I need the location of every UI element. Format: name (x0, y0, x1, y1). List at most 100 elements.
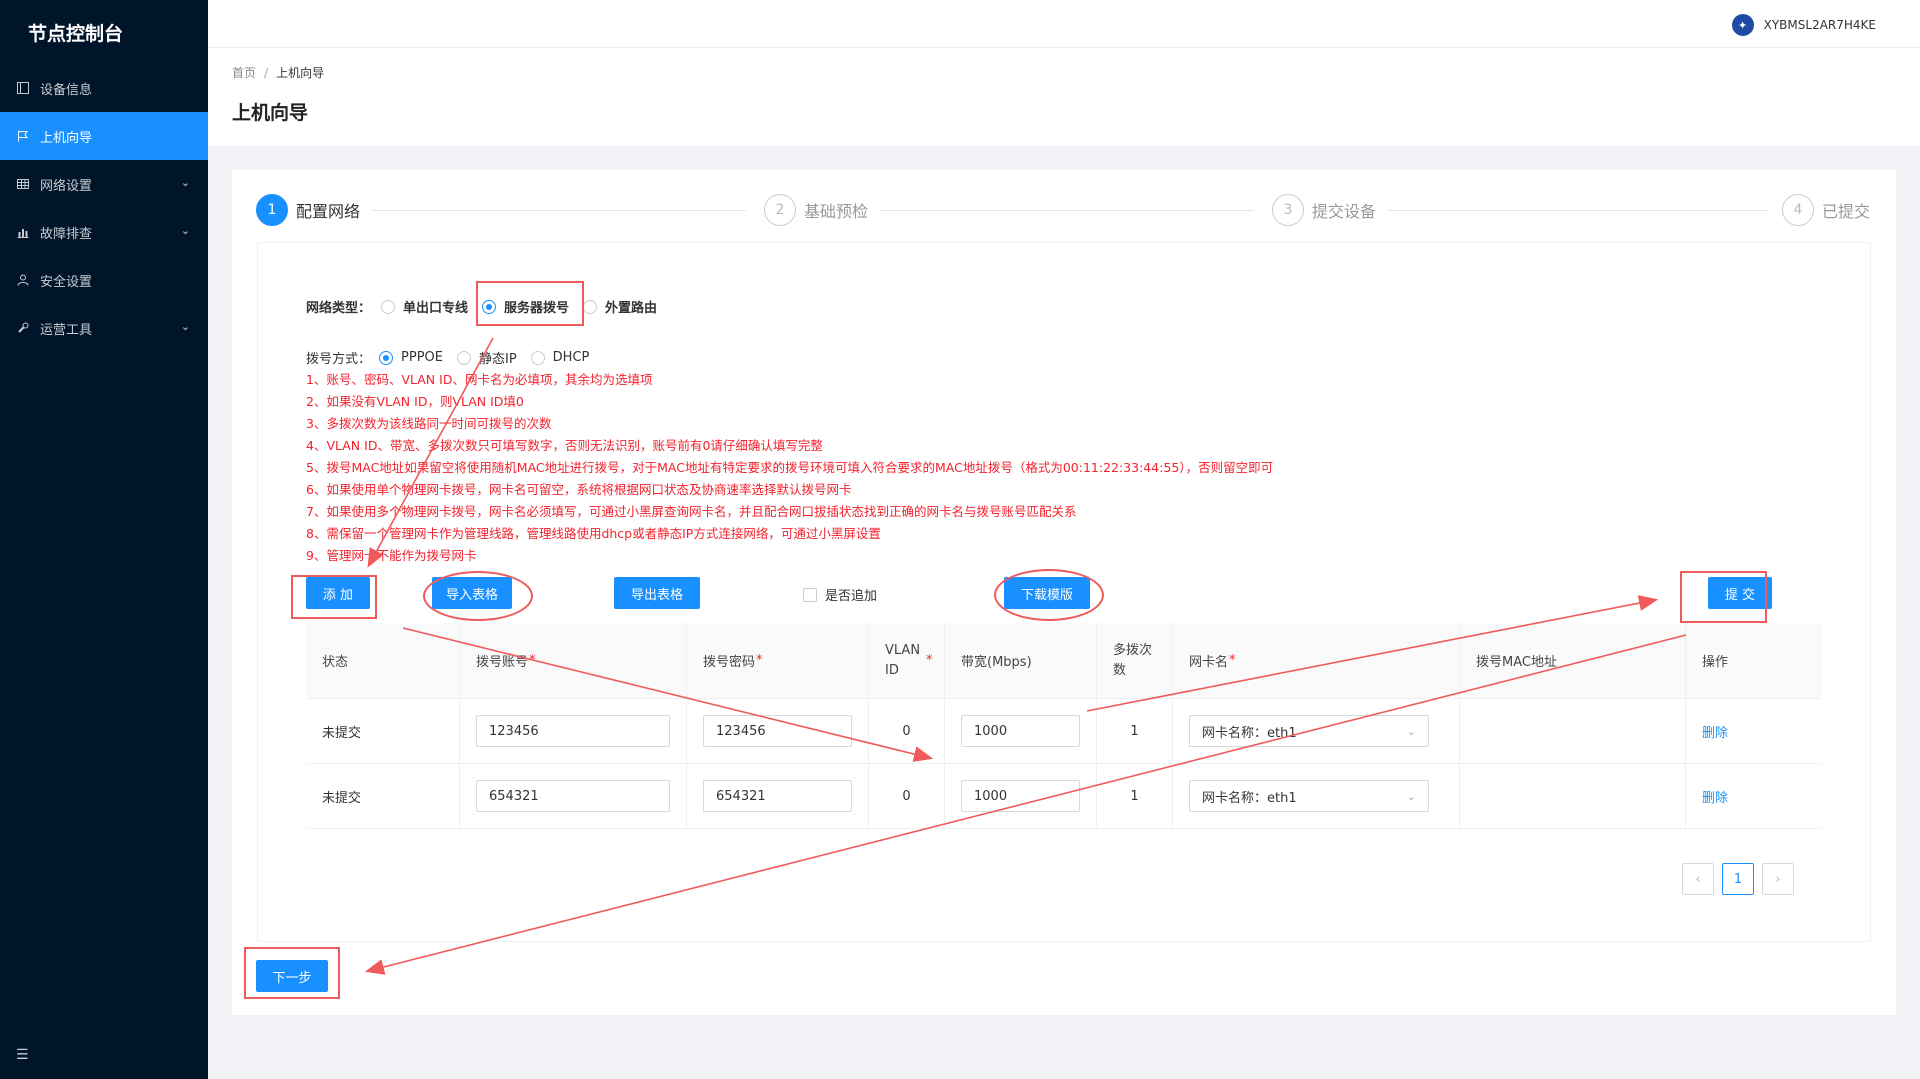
required-mark: * (1229, 653, 1236, 668)
export-table-button[interactable]: 导出表格 (614, 577, 700, 609)
bandwidth-input[interactable]: 1000 (961, 715, 1080, 747)
header-text: 拨号账号 (476, 655, 529, 670)
step-connector (1388, 210, 1768, 211)
account-input[interactable]: 123456 (476, 715, 670, 747)
sidebar-item-ops-tools[interactable]: 运营工具 ⌄ (0, 304, 208, 352)
col-nic: 网卡名 * (1173, 623, 1460, 698)
cell-vlan[interactable]: 0 (869, 764, 945, 828)
step-number: 4 (1782, 194, 1814, 226)
page-header: 首页 / 上机向导 上机向导 (208, 48, 1920, 146)
chevron-down-icon: ⌄ (180, 224, 190, 237)
col-vlan: VLAN ID * (869, 623, 945, 698)
cell-mac[interactable] (1460, 764, 1686, 828)
app-title: 节点控制台 (28, 22, 124, 45)
required-mark: * (926, 652, 933, 668)
flag-icon (16, 129, 30, 143)
nic-select[interactable]: 网卡名称：eth1 ⌄ (1189, 780, 1429, 812)
annotation-box (244, 947, 340, 999)
cell-action: 删除 (1686, 699, 1822, 763)
checkbox-box (803, 587, 817, 602)
grid-icon (16, 177, 30, 191)
cell-multi-dial[interactable]: 1 (1097, 699, 1173, 763)
user-menu[interactable]: ✦ XYBMSL2AR7H4KE (1731, 14, 1876, 36)
sidebar-item-onboarding-wizard[interactable]: 上机向导 (0, 112, 208, 160)
cell-multi-dial[interactable]: 1 (1097, 764, 1173, 828)
delete-link[interactable]: 删除 (1702, 722, 1728, 741)
header-text: 网卡名 (1189, 655, 1229, 670)
sidebar-item-label: 安全设置 (40, 274, 93, 290)
menu-collapse-icon[interactable]: ☰ (16, 1047, 29, 1063)
cell-bandwidth: 1000 (945, 699, 1097, 763)
breadcrumb-home[interactable]: 首页 (232, 66, 256, 80)
radio-single-line[interactable]: 单出口专线 (381, 297, 468, 316)
cell-vlan[interactable]: 0 (869, 699, 945, 763)
radio-label: 静态IP (478, 352, 517, 367)
radio-external-router[interactable]: 外置路由 (583, 297, 657, 316)
step-submit-device: 3 提交设备 (1272, 194, 1376, 226)
breadcrumb: 首页 / 上机向导 (232, 64, 324, 81)
breadcrumb-separator: / (264, 66, 269, 80)
page-number-button[interactable]: 1 (1722, 863, 1754, 895)
chevron-down-icon: ⌄ (180, 320, 190, 333)
cell-bandwidth: 1000 (945, 764, 1097, 828)
sidebar-item-device-info[interactable]: 设备信息 (0, 64, 208, 112)
col-status: 状态 (306, 623, 460, 698)
username: XYBMSL2AR7H4KE (1763, 18, 1876, 32)
password-input[interactable]: 654321 (703, 780, 852, 812)
cell-password: 123456 (687, 699, 869, 763)
step-number: 1 (256, 194, 288, 226)
avatar-icon: ✦ (1731, 14, 1754, 36)
required-mark: * (529, 653, 536, 668)
cell-nic: 网卡名称：eth1 ⌄ (1173, 764, 1460, 828)
sidebar-item-label: 故障排查 (40, 226, 93, 242)
radio-circle (381, 299, 396, 314)
chart-icon (16, 225, 30, 239)
table-row: 未提交 654321 654321 0 1000 1 网卡名称：eth1 ⌄ 删除 (306, 764, 1822, 829)
account-input[interactable]: 654321 (476, 780, 670, 812)
append-checkbox[interactable]: 是否追加 (803, 585, 877, 604)
tool-icon (16, 321, 30, 335)
dial-method-row: 拨号方式： PPPOE 静态IP DHCP (306, 348, 603, 367)
next-page-button[interactable]: › (1762, 863, 1794, 895)
device-icon (16, 81, 30, 95)
prev-page-button[interactable]: ‹ (1682, 863, 1714, 895)
radio-pppoe[interactable]: PPPOE (379, 350, 443, 365)
cell-status: 未提交 (306, 699, 460, 763)
required-mark: * (756, 653, 763, 668)
cell-account: 654321 (460, 764, 687, 828)
sidebar-item-troubleshooting[interactable]: 故障排查 ⌄ (0, 208, 208, 256)
radio-label: 外置路由 (605, 301, 658, 316)
note-line: 4、VLAN ID、带宽、多拨次数只可填写数字，否则无法识别，账号前有0请仔细确… (306, 438, 823, 453)
note-line: 3、多拨次数为该线路同一时间可拨号的次数 (306, 416, 552, 431)
radio-dhcp[interactable]: DHCP (530, 350, 589, 365)
annotation-ellipse (423, 571, 533, 621)
password-input[interactable]: 123456 (703, 715, 852, 747)
col-password: 拨号密码 * (687, 623, 869, 698)
step-connector (880, 210, 1254, 211)
delete-link[interactable]: 删除 (1702, 787, 1728, 806)
sidebar-item-security-settings[interactable]: 安全设置 (0, 256, 208, 304)
steps-bar: 1 配置网络 2 基础预检 3 提交设备 4 已提交 (256, 194, 1872, 228)
cell-account: 123456 (460, 699, 687, 763)
instruction-notes: 1、账号、密码、VLAN ID、网卡名为必填项，其余均为选填项 2、如果没有VL… (306, 369, 1506, 567)
step-label: 配置网络 (296, 202, 361, 221)
network-type-label: 网络类型： (306, 301, 372, 316)
cell-password: 654321 (687, 764, 869, 828)
note-line: 7、如果使用多个物理网卡拨号，网卡名必须填写，可通过小黑屏查询网卡名，并且配合网… (306, 504, 1077, 519)
sidebar-item-label: 上机向导 (40, 130, 93, 146)
cell-mac[interactable] (1460, 699, 1686, 763)
col-mac: 拨号MAC地址 (1460, 623, 1686, 698)
breadcrumb-current: 上机向导 (276, 66, 325, 80)
sidebar-item-label: 网络设置 (40, 178, 93, 194)
col-action: 操作 (1686, 623, 1822, 698)
chevron-down-icon: ⌄ (1406, 789, 1416, 803)
page-title: 上机向导 (232, 102, 309, 124)
sidebar-item-network-settings[interactable]: 网络设置 ⌄ (0, 160, 208, 208)
nic-select[interactable]: 网卡名称：eth1 ⌄ (1189, 715, 1429, 747)
bandwidth-input[interactable]: 1000 (961, 780, 1080, 812)
select-value: 网卡名称：eth1 (1202, 790, 1297, 806)
radio-static-ip[interactable]: 静态IP (456, 348, 517, 367)
cell-nic: 网卡名称：eth1 ⌄ (1173, 699, 1460, 763)
header-text: 拨号MAC地址 (1476, 655, 1557, 670)
col-multi-dial: 多拨次数 (1097, 623, 1173, 698)
